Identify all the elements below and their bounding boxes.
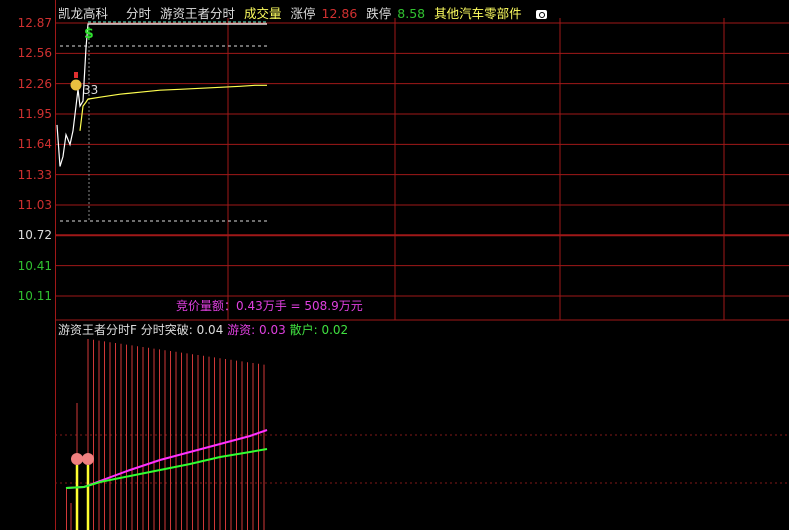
- price-tick: 11.64: [17, 137, 52, 152]
- hot-money-value: 0.03: [259, 323, 286, 337]
- chart-header: 凯龙高科 分时 游资王者分时 成交量 涨停 12.86 跌停 8.58 其他汽车…: [58, 3, 552, 22]
- intraday-chart[interactable]: $: [0, 0, 789, 530]
- indicator-name[interactable]: 游资王者分时: [160, 6, 235, 21]
- money-bag-icon: [74, 72, 78, 78]
- mode-label[interactable]: 分时: [126, 6, 151, 21]
- limit-down-value: 8.58: [397, 6, 426, 21]
- limit-up-label: 涨停: [290, 6, 316, 21]
- volume-label[interactable]: 成交量: [244, 6, 282, 21]
- price-tick: 10.72: [17, 228, 52, 243]
- price-tick: 11.33: [17, 167, 52, 182]
- lantern-icon: [71, 453, 83, 465]
- hot-money-label: 游资:: [227, 323, 256, 337]
- retail-value: 0.02: [321, 323, 349, 337]
- money-bag-icon: [70, 79, 82, 91]
- camera-icon[interactable]: [535, 10, 547, 19]
- sector-label[interactable]: 其他汽车零部件: [434, 6, 522, 21]
- lower-panel-title: 游资王者分时F: [58, 323, 137, 337]
- lower-panel-legend: 游资王者分时F 分时突破: 0.04 游资: 0.03 散户: 0.02: [58, 321, 348, 338]
- limit-down-label: 跌停: [366, 6, 392, 21]
- stock-name[interactable]: 凯龙高科: [58, 6, 108, 21]
- marker-label: 33: [83, 83, 99, 97]
- price-tick: 10.41: [17, 258, 52, 273]
- avg-price-line: [79, 84, 267, 131]
- breakout-value: 0.04: [196, 323, 224, 337]
- dollar-sign-icon: $: [84, 26, 94, 42]
- price-tick: 12.56: [17, 46, 52, 61]
- lantern-icon: [82, 453, 94, 465]
- limit-up-value: 12.86: [321, 6, 358, 21]
- price-tick: 12.26: [17, 76, 52, 91]
- price-tick: 11.95: [17, 106, 52, 121]
- price-tick: 12.87: [17, 16, 52, 30]
- price-tick: 11.03: [17, 197, 52, 212]
- breakout-label: 分时突破:: [140, 323, 193, 337]
- price-tick: 10.11: [17, 288, 52, 303]
- auction-info: 竞价量额：0.43万手 = 508.9万元: [176, 299, 363, 313]
- retail-label: 散户:: [289, 323, 318, 337]
